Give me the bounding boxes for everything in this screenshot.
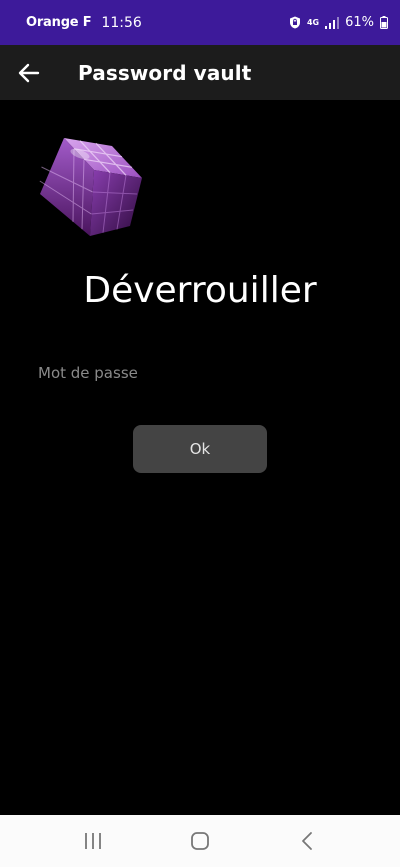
password-field[interactable] bbox=[36, 355, 366, 391]
network-type-icon: 4G bbox=[306, 17, 320, 27]
page-title: Déverrouiller bbox=[83, 270, 317, 311]
purple-cube-icon bbox=[39, 138, 142, 236]
ok-button[interactable]: Ok bbox=[133, 425, 267, 473]
back-button[interactable] bbox=[0, 45, 60, 100]
home-icon bbox=[191, 832, 209, 850]
nav-back-button[interactable] bbox=[277, 821, 337, 861]
network-type-label: 4G bbox=[306, 17, 320, 27]
app-bar: Password vault bbox=[0, 45, 400, 100]
status-indicators: 4G 61% bbox=[289, 15, 388, 30]
battery-icon bbox=[380, 16, 388, 29]
vpn-icon bbox=[289, 16, 301, 29]
signal-icon bbox=[325, 16, 340, 29]
battery-percent: 61% bbox=[345, 15, 374, 30]
system-nav-bar bbox=[0, 815, 400, 867]
recents-icon bbox=[85, 833, 102, 849]
status-bar: Orange F 11:56 4G 61% bbox=[0, 0, 400, 45]
carrier-label: Orange F bbox=[26, 15, 92, 30]
app-title: Password vault bbox=[78, 60, 252, 85]
recents-button[interactable] bbox=[63, 821, 123, 861]
arrow-left-icon bbox=[18, 63, 40, 82]
home-button[interactable] bbox=[170, 821, 230, 861]
clock: 11:56 bbox=[101, 14, 142, 31]
chevron-left-icon bbox=[301, 832, 312, 850]
